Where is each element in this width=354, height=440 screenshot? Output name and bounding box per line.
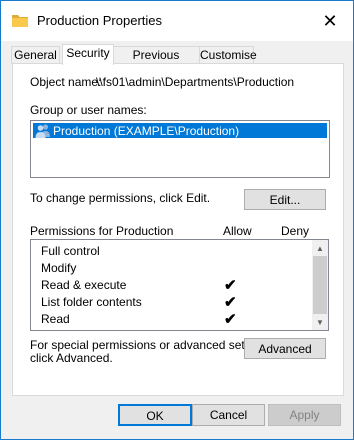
- deny-header: Deny: [281, 224, 310, 238]
- list-item[interactable]: Production (EXAMPLE\Production): [33, 123, 327, 138]
- security-panel: Object name: \\fs01\admin\Departments\Pr…: [12, 63, 344, 396]
- tab-security[interactable]: Security: [62, 44, 114, 65]
- permissions-scrollbar[interactable]: ▲ ▼: [312, 240, 328, 330]
- scroll-thumb[interactable]: [313, 256, 327, 314]
- users-icon: [35, 124, 50, 138]
- allow-check-icon: ✔: [224, 294, 237, 311]
- permission-full-control: Full control: [41, 244, 100, 258]
- permission-read: Read: [41, 312, 70, 326]
- close-button[interactable]: ✕: [307, 1, 353, 41]
- object-name-label: Object name:: [30, 75, 102, 89]
- close-icon: ✕: [322, 10, 338, 31]
- apply-button[interactable]: Apply: [268, 404, 341, 426]
- tab-general[interactable]: General: [11, 46, 60, 64]
- special-permissions-text: For special permissions or advanced sett…: [30, 339, 273, 365]
- window-title: Production Properties: [37, 13, 163, 28]
- scroll-down-icon[interactable]: ▼: [312, 314, 328, 330]
- ok-button[interactable]: OK: [118, 404, 192, 426]
- permission-modify: Modify: [41, 261, 77, 275]
- title-bar[interactable]: Production Properties ✕: [1, 1, 353, 41]
- change-permissions-text: To change permissions, click Edit.: [30, 191, 211, 205]
- allow-check-icon: ✔: [224, 277, 237, 294]
- edit-button[interactable]: Edit...: [244, 189, 326, 210]
- group-name: Production (EXAMPLE\Production): [53, 124, 240, 138]
- advanced-button[interactable]: Advanced: [244, 338, 326, 359]
- tab-customise[interactable]: Customise: [199, 46, 257, 64]
- permission-list-folder-contents: List folder contents: [41, 295, 142, 309]
- group-user-listbox[interactable]: Production (EXAMPLE\Production): [30, 120, 330, 178]
- allow-header: Allow: [223, 224, 252, 238]
- properties-dialog: Production Properties ✕ General Security…: [0, 0, 354, 440]
- scroll-up-icon[interactable]: ▲: [312, 240, 328, 256]
- permissions-list[interactable]: Full control Modify Read & execute List …: [30, 239, 329, 331]
- allow-check-icon: ✔: [224, 311, 237, 328]
- object-name-value: \\fs01\admin\Departments\Production: [96, 75, 295, 89]
- folder-icon: [12, 15, 28, 27]
- tab-previous-versions[interactable]: Previous Versions: [112, 46, 200, 79]
- permissions-header: Permissions for Production: [30, 224, 174, 238]
- cancel-button[interactable]: Cancel: [192, 404, 265, 426]
- group-or-user-names-label: Group or user names:: [30, 103, 147, 117]
- special-permissions-line-2: click Advanced.: [30, 351, 113, 365]
- permission-read-execute: Read & execute: [41, 278, 127, 292]
